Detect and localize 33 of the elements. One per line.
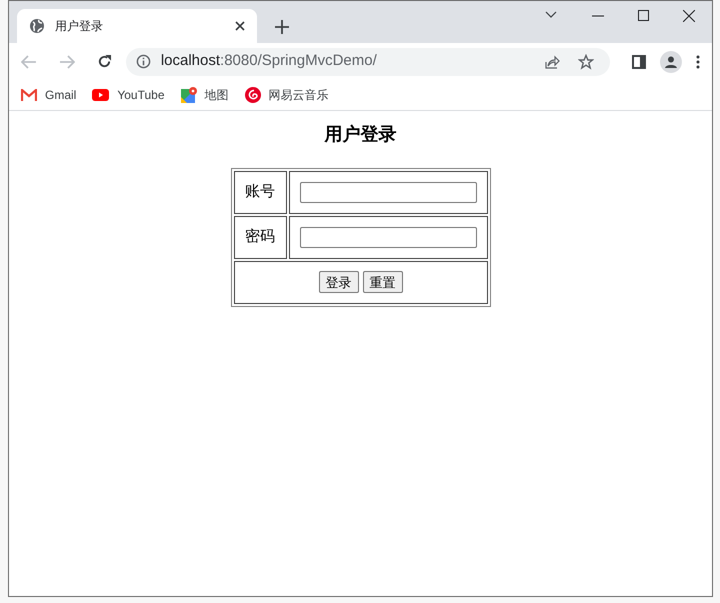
page-heading: 用户登录 [324,123,396,146]
login-button[interactable]: 登录 [318,271,358,294]
address-bar[interactable]: localhost:8080/SpringMvcDemo/ [126,48,610,76]
bookmark-item[interactable]: YouTube [92,86,164,104]
url-text: localhost:8080/SpringMvcDemo/ [160,51,378,72]
side-panel-icon[interactable] [632,54,646,68]
share-icon[interactable] [544,54,560,70]
map-pin-icon [180,87,196,103]
bookmark-item[interactable]: Gmail [21,86,76,104]
bookmark-item[interactable]: 地图 [180,86,228,104]
info-icon[interactable] [136,54,151,69]
username-field[interactable] [300,182,476,203]
reload-icon[interactable] [96,54,112,69]
close-icon[interactable] [683,10,695,22]
field-label: 密码 [234,216,286,259]
field-label: 账号 [234,171,286,214]
password-field[interactable] [300,227,476,248]
bookmark-item[interactable]: 网易云音乐 [244,86,328,104]
close-icon[interactable] [235,21,245,31]
tab-title: 用户登录 [55,18,104,35]
gmail-icon [21,89,37,101]
globe-icon [29,18,45,34]
music-logo-icon [244,87,260,103]
menu-icon[interactable] [696,54,700,68]
new-tab-icon[interactable] [275,20,289,34]
minimize-icon[interactable] [592,15,604,17]
chevron-down-icon[interactable] [545,11,557,19]
star-icon[interactable] [578,54,594,70]
reset-button[interactable]: 重置 [362,271,402,294]
browser-tab[interactable]: 用户登录 [17,9,257,43]
maximize-icon[interactable] [638,10,649,21]
play-icon [92,89,110,101]
profile-avatar-icon[interactable] [660,50,682,72]
